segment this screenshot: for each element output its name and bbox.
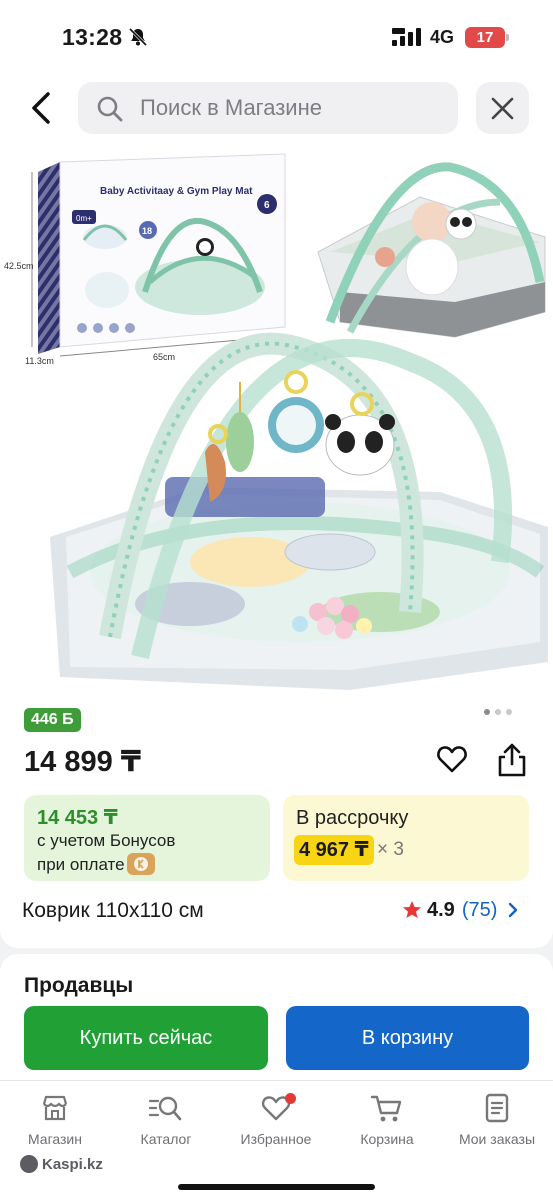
gallery-dot[interactable]	[484, 709, 490, 715]
tab-label: Избранное	[240, 1131, 312, 1147]
favorite-heart-icon[interactable]	[436, 744, 468, 774]
tab-label: Корзина	[360, 1131, 414, 1147]
back-arrow-icon[interactable]	[28, 90, 56, 126]
product-image[interactable]: Baby Activitaay & Gym Play Mat 0m+ 18 6	[0, 142, 553, 690]
box-badge-months: 6	[264, 200, 270, 211]
installment-amount: 4 967 ₸	[294, 835, 374, 865]
product-card: Baby Activitaay & Gym Play Mat 0m+ 18 6	[0, 142, 553, 948]
tab-cart[interactable]: Корзина	[332, 1093, 442, 1153]
installment-title: В рассрочку	[296, 807, 409, 829]
search-header	[0, 76, 553, 142]
search-bar[interactable]	[78, 82, 458, 134]
network-type: 4G	[430, 27, 455, 47]
review-count[interactable]: (75)	[462, 899, 498, 922]
search-icon	[97, 96, 123, 122]
tab-label: Магазин	[27, 1131, 82, 1147]
close-button[interactable]	[476, 82, 529, 134]
box-badge-age: 0m+	[76, 214, 92, 223]
bell-muted-icon	[128, 27, 148, 47]
tab-store[interactable]: Магазин	[0, 1093, 110, 1153]
battery-indicator: 17	[465, 27, 509, 48]
buy-now-button[interactable]: Купить сейчас	[24, 1006, 268, 1070]
star-icon	[403, 901, 421, 918]
tab-label: Каталог	[140, 1131, 192, 1147]
bonus-price-value: 14 453 ₸	[37, 807, 118, 829]
box-badge-count: 18	[142, 226, 152, 236]
catalog-search-icon	[148, 1096, 182, 1121]
bonus-price-label-2: при оплате	[37, 855, 125, 874]
kaspi-gold-card-icon	[127, 853, 155, 875]
bottom-tab-bar: Магазин Каталог Избранное Корзина Мои за…	[0, 1080, 553, 1200]
close-icon	[491, 97, 514, 120]
kaspi-logo-icon	[20, 1155, 38, 1173]
installment-multiplier: × 3	[377, 839, 404, 860]
store-icon	[42, 1095, 68, 1121]
signal-icon	[392, 28, 421, 46]
rating-value: 4.9	[427, 898, 455, 921]
add-to-cart-button[interactable]: В корзину	[286, 1006, 529, 1070]
brand-name: Kaspi.kz	[42, 1155, 103, 1173]
dim-width: 65cm	[153, 352, 175, 362]
bonus-price-label-1: с учетом Бонусов	[37, 831, 176, 850]
home-indicator[interactable]	[178, 1184, 375, 1190]
rating-link[interactable]: 4.9 (75)	[402, 898, 519, 922]
search-input[interactable]	[140, 82, 440, 134]
bonus-badge: 446 Б	[24, 708, 81, 732]
cart-icon	[370, 1095, 402, 1122]
gallery-pagination	[484, 709, 512, 715]
status-bar: 13:28 4G 17	[0, 0, 553, 76]
dim-height: 42.5cm	[4, 261, 34, 271]
tab-orders[interactable]: Мои заказы	[442, 1093, 552, 1153]
bonus-price-box[interactable]: 14 453 ₸ с учетом Бонусов при оплате	[24, 795, 270, 881]
box-title: Baby Activitaay & Gym Play Mat	[100, 186, 253, 197]
sellers-title: Продавцы	[24, 974, 134, 997]
brand-mark: Kaspi.kz	[20, 1155, 103, 1173]
dim-depth: 11.3cm	[25, 356, 54, 366]
notification-dot	[285, 1093, 296, 1104]
tab-favorites[interactable]: Избранное	[221, 1093, 331, 1153]
orders-icon	[485, 1093, 509, 1123]
product-box-image: Baby Activitaay & Gym Play Mat 0m+ 18 6	[4, 153, 286, 366]
tab-catalog[interactable]: Каталог	[111, 1093, 221, 1153]
product-price: 14 899 ₸	[24, 746, 141, 778]
installment-box[interactable]: В рассрочку 4 967 ₸ × 3	[283, 795, 529, 881]
product-name: Коврик 110х110 см	[22, 899, 204, 922]
share-icon[interactable]	[496, 742, 528, 778]
status-time: 13:28	[62, 24, 123, 50]
gallery-dot[interactable]	[495, 709, 501, 715]
playpen-image	[317, 162, 546, 338]
chevron-right-icon	[509, 902, 518, 918]
gallery-dot[interactable]	[506, 709, 512, 715]
product-photo-illustration: Baby Activitaay & Gym Play Mat 0m+ 18 6	[4, 153, 548, 690]
tab-label: Мои заказы	[458, 1131, 536, 1147]
play-mat-image	[50, 332, 548, 690]
